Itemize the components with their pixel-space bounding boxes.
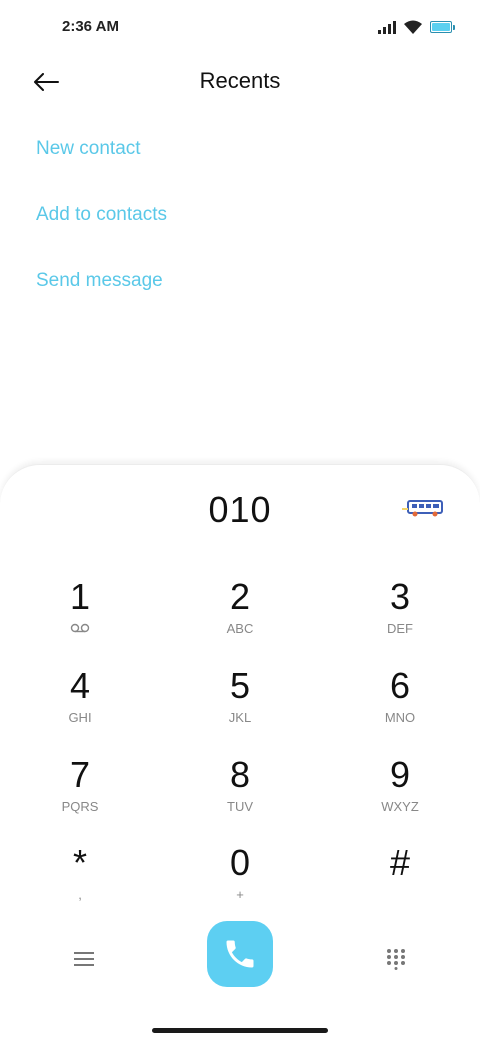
key-digit: 1 xyxy=(69,576,91,617)
key-digit: 8 xyxy=(229,754,251,795)
key-digit: 2 xyxy=(229,576,251,617)
key-9[interactable]: 9 WXYZ xyxy=(320,755,480,841)
key-digit: # xyxy=(389,842,411,883)
key-digit: 3 xyxy=(389,576,411,617)
key-8[interactable]: 8 TUV xyxy=(160,755,320,841)
phone-icon xyxy=(226,940,254,968)
key-digit: 0 xyxy=(229,842,251,883)
menu-button[interactable] xyxy=(62,937,106,981)
add-to-contacts-link[interactable]: Add to contacts xyxy=(36,196,167,262)
status-icons xyxy=(378,20,455,34)
status-bar: 2:36 AM xyxy=(0,0,480,56)
key-1[interactable]: 1 xyxy=(0,577,160,663)
wifi-icon xyxy=(404,20,422,34)
keypad-toggle-button[interactable] xyxy=(374,937,418,981)
call-button[interactable] xyxy=(207,921,273,987)
key-digit: * xyxy=(72,842,87,883)
key-6[interactable]: 6 MNO xyxy=(320,666,480,752)
key-letters: + xyxy=(236,887,244,902)
key-7[interactable]: 7 PQRS xyxy=(0,755,160,841)
key-hash[interactable]: # xyxy=(320,843,480,929)
new-contact-link[interactable]: New contact xyxy=(36,130,167,196)
key-digit: 4 xyxy=(69,665,91,706)
key-letters: ABC xyxy=(226,621,254,636)
home-indicator[interactable] xyxy=(152,1028,328,1033)
key-letters: WXYZ xyxy=(381,799,419,814)
key-letters: DEF xyxy=(387,621,413,636)
keypad-icon xyxy=(387,949,405,970)
dialpad-panel: 010 1 2 ABC 3 DEF 4 GHI 5 JKL 6 MNO 7 PQ… xyxy=(0,464,480,1041)
key-digit: 7 xyxy=(69,754,91,795)
key-3[interactable]: 3 DEF xyxy=(320,577,480,663)
key-letters: PQRS xyxy=(61,799,99,814)
key-letters: TUV xyxy=(227,799,253,814)
key-4[interactable]: 4 GHI xyxy=(0,666,160,752)
key-5[interactable]: 5 JKL xyxy=(160,666,320,752)
send-message-link[interactable]: Send message xyxy=(36,262,167,328)
key-star[interactable]: * , xyxy=(0,843,160,929)
key-digit: 5 xyxy=(229,665,251,706)
status-time: 2:36 AM xyxy=(62,18,119,35)
key-letters: GHI xyxy=(68,710,92,725)
key-letters: , xyxy=(78,887,82,902)
key-digit: 6 xyxy=(389,665,411,706)
key-0[interactable]: 0 + xyxy=(160,843,320,929)
key-letters: JKL xyxy=(228,710,252,725)
action-list: New contact Add to contacts Send message xyxy=(36,130,167,328)
voicemail-icon xyxy=(0,621,160,637)
key-2[interactable]: 2 ABC xyxy=(160,577,320,663)
dialer-bottom-row xyxy=(0,921,480,991)
page-title: Recents xyxy=(199,68,281,93)
menu-icon xyxy=(74,952,94,966)
signal-icon xyxy=(378,20,396,34)
battery-icon xyxy=(430,21,455,33)
key-letters xyxy=(320,887,480,903)
header: Recents xyxy=(0,56,480,108)
key-letters: MNO xyxy=(384,710,416,725)
key-digit: 9 xyxy=(389,754,411,795)
bus-icon xyxy=(402,500,443,517)
